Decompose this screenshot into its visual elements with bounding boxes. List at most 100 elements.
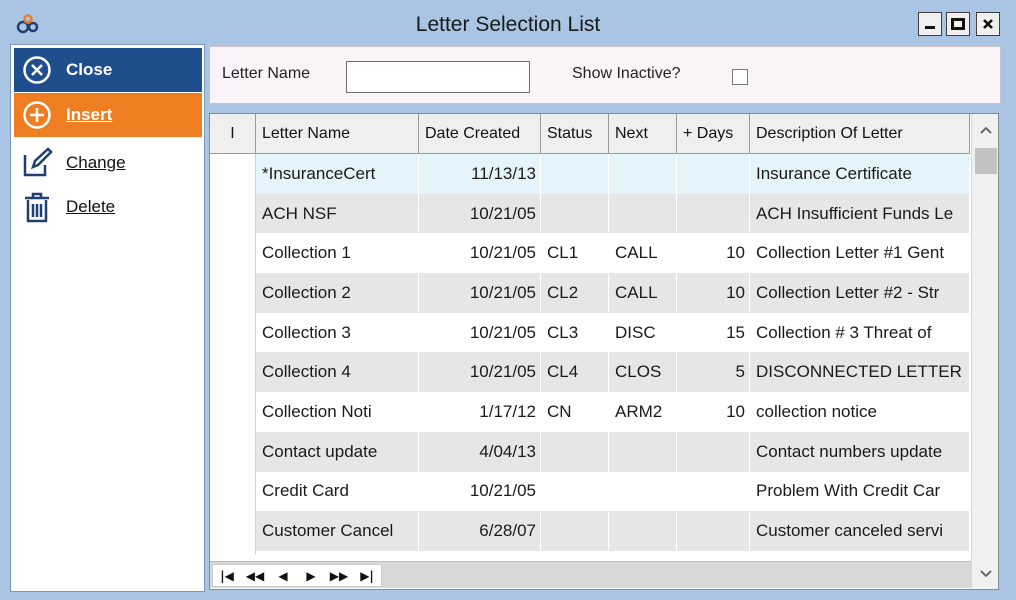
cell-description[interactable]: ACH Insufficient Funds Le	[750, 193, 970, 234]
maximize-button[interactable]	[946, 12, 970, 36]
cell-date-created[interactable]: 4/04/13	[419, 431, 541, 472]
cell-letter-name[interactable]: Credit Card	[256, 471, 419, 512]
cell-status[interactable]	[541, 193, 609, 234]
change-button[interactable]: Change	[14, 141, 202, 185]
cell-date-created[interactable]: 1/17/12	[419, 392, 541, 432]
delete-button[interactable]: Delete	[14, 185, 202, 229]
cell-status[interactable]: CL3	[541, 312, 609, 353]
cell-next[interactable]	[609, 193, 677, 234]
cell-status[interactable]	[541, 431, 609, 472]
cell-letter-name[interactable]: Collection Noti	[256, 392, 419, 432]
cell-description[interactable]: Insurance Certificate	[750, 154, 970, 194]
column-header-status[interactable]: Status	[541, 114, 609, 154]
cell-next[interactable]: CALL	[609, 233, 677, 274]
next-record-button[interactable]: ▶	[297, 565, 325, 586]
cell-date-created[interactable]: 6/28/07	[419, 511, 541, 551]
table-row[interactable]: Contact update 4/04/13 Contact numbers upd…	[210, 431, 970, 472]
cell-days[interactable]: 15	[677, 312, 750, 353]
row-indicator[interactable]	[210, 511, 256, 551]
cell-status[interactable]: CL1	[541, 233, 609, 274]
cell-days[interactable]	[677, 511, 750, 551]
cell-description[interactable]	[750, 550, 970, 554]
cell-status[interactable]: CL2	[541, 273, 609, 313]
row-indicator[interactable]	[210, 233, 256, 274]
cell-next[interactable]: CALL	[609, 273, 677, 313]
cell-status[interactable]	[541, 154, 609, 194]
cell-days[interactable]: 10	[677, 273, 750, 313]
cell-description[interactable]: Collection Letter #2 - Str	[750, 273, 970, 313]
cell-status[interactable]	[541, 511, 609, 551]
table-row[interactable]: *InsuranceCert 11/13/13 Insurance Certific…	[210, 154, 970, 194]
scroll-up-button[interactable]	[972, 118, 998, 142]
cell-letter-name[interactable]: Customer Cancel	[256, 511, 419, 551]
previous-record-button[interactable]: ◀	[269, 565, 297, 586]
cell-status[interactable]	[541, 471, 609, 512]
cell-date-created[interactable]: 10/21/05	[419, 471, 541, 512]
cell-date-created[interactable]: 10/21/05	[419, 352, 541, 393]
scroll-thumb[interactable]	[975, 148, 997, 174]
cell-letter-name[interactable]: Collection 2	[256, 273, 419, 313]
cell-next[interactable]: CLOS	[609, 352, 677, 393]
table-row[interactable]: Collection 2 10/21/05 CL2 CALL 10 Collection …	[210, 273, 970, 313]
cell-description[interactable]: Collection # 3 Threat of	[750, 312, 970, 353]
column-header-letter-name[interactable]: Letter Name	[256, 114, 419, 154]
cell-letter-name[interactable]: *InsuranceCert	[256, 154, 419, 194]
row-indicator[interactable]	[210, 431, 256, 472]
cell-description[interactable]: collection notice	[750, 392, 970, 432]
cell-days[interactable]	[677, 193, 750, 234]
cell-days[interactable]: 10	[677, 392, 750, 432]
row-indicator[interactable]	[210, 550, 256, 554]
first-record-button[interactable]: |◀	[213, 565, 241, 586]
cell-days[interactable]	[677, 550, 750, 554]
cell-letter-name[interactable]: Collection 3	[256, 312, 419, 353]
show-inactive-checkbox[interactable]	[732, 69, 748, 85]
cell-date-created[interactable]	[419, 550, 541, 554]
insert-button[interactable]: Insert	[14, 93, 202, 137]
cell-next[interactable]	[609, 431, 677, 472]
table-row[interactable]	[210, 550, 970, 554]
cell-next[interactable]: ARM2	[609, 392, 677, 432]
row-indicator[interactable]	[210, 312, 256, 353]
column-header-indicator[interactable]: I	[210, 114, 256, 154]
cell-description[interactable]: Collection Letter #1 Gent	[750, 233, 970, 274]
cell-date-created[interactable]: 10/21/05	[419, 273, 541, 313]
window-close-button[interactable]	[976, 12, 1000, 36]
column-header-description[interactable]: Description Of Letter	[750, 114, 970, 154]
row-indicator[interactable]	[210, 471, 256, 512]
previous-page-button[interactable]: ◀◀	[241, 565, 269, 586]
cell-date-created[interactable]: 10/21/05	[419, 233, 541, 274]
cell-status[interactable]	[541, 550, 609, 554]
cell-days[interactable]	[677, 431, 750, 472]
cell-letter-name[interactable]: ACH NSF	[256, 193, 419, 234]
cell-status[interactable]: CL4	[541, 352, 609, 393]
row-indicator[interactable]	[210, 154, 256, 194]
vertical-scrollbar[interactable]	[971, 114, 998, 589]
cell-next[interactable]	[609, 550, 677, 554]
column-header-next[interactable]: Next	[609, 114, 677, 154]
table-row[interactable]: Customer Cancel 6/28/07 Customer canceled …	[210, 511, 970, 551]
cell-description[interactable]: Contact numbers update	[750, 431, 970, 472]
column-header-days[interactable]: + Days	[677, 114, 750, 154]
row-indicator[interactable]	[210, 273, 256, 313]
cell-days[interactable]: 5	[677, 352, 750, 393]
cell-next[interactable]	[609, 511, 677, 551]
next-page-button[interactable]: ▶▶	[325, 565, 353, 586]
cell-next[interactable]: DISC	[609, 312, 677, 353]
cell-date-created[interactable]: 10/21/05	[419, 193, 541, 234]
cell-letter-name[interactable]: Collection 1	[256, 233, 419, 274]
last-record-button[interactable]: ▶|	[353, 565, 381, 586]
minimize-button[interactable]	[918, 12, 942, 36]
table-row[interactable]: Collection 4 10/21/05 CL4 CLOS 5 DISCONNECTED…	[210, 352, 970, 393]
cell-description[interactable]: Customer canceled servi	[750, 511, 970, 551]
close-button[interactable]: Close	[14, 48, 202, 92]
cell-letter-name[interactable]: Contact update	[256, 431, 419, 472]
letter-name-input[interactable]	[346, 61, 530, 93]
row-indicator[interactable]	[210, 392, 256, 432]
cell-next[interactable]	[609, 154, 677, 194]
table-row[interactable]: Collection Noti 1/17/12 CN ARM2 10 collection…	[210, 392, 970, 432]
table-row[interactable]: Collection 1 10/21/05 CL1 CALL 10 Collection …	[210, 233, 970, 274]
cell-description[interactable]: DISCONNECTED LETTER	[750, 352, 970, 393]
cell-next[interactable]	[609, 471, 677, 512]
cell-days[interactable]: 10	[677, 233, 750, 274]
row-indicator[interactable]	[210, 352, 256, 393]
